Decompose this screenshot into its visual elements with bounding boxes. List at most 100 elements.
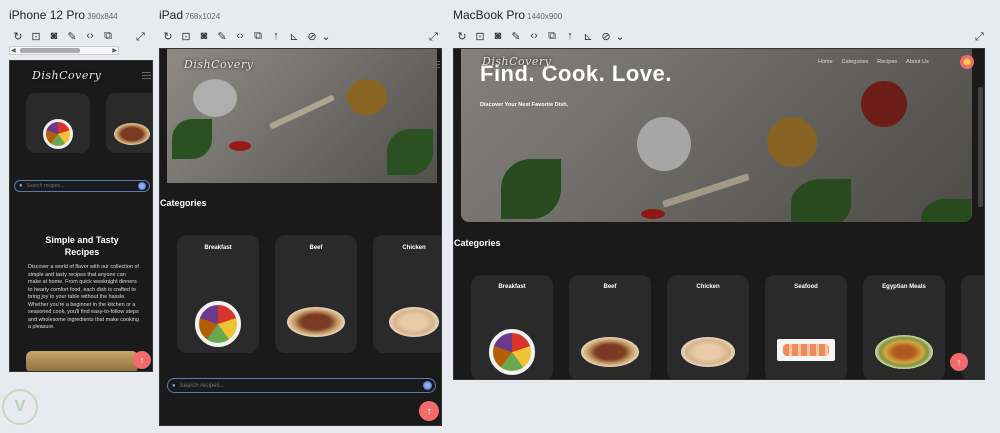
pen-icon[interactable]: ✎ (63, 29, 81, 43)
category-card-beef[interactable]: Beef (569, 275, 651, 379)
device-dims: 1440x900 (527, 12, 563, 21)
camera-icon[interactable]: ◙ (45, 29, 63, 43)
category-card-breakfast[interactable]: Breakfast (471, 275, 553, 379)
breakfast-plate-image (195, 301, 241, 347)
eye-off-icon[interactable]: ⊘ (597, 29, 615, 43)
code-icon[interactable]: ‹› (231, 29, 249, 43)
device-label-ipad: iPad 768x1024 (159, 8, 220, 22)
top-nav: Home Categories Recipes About Us (818, 59, 929, 65)
horizontal-scrollbar[interactable]: ◀ ▶ (9, 46, 119, 55)
site-logo[interactable]: DishCovery (482, 55, 551, 68)
copy-icon[interactable]: ⧉ (543, 29, 561, 43)
copy-icon[interactable]: ⧉ (99, 29, 117, 43)
device-name: MacBook Pro (453, 8, 526, 22)
search-submit-icon[interactable] (423, 381, 432, 390)
about-text: Discover a world of flavor with our coll… (28, 264, 139, 330)
category-card-chicken[interactable]: Chicken (373, 235, 441, 353)
device-dims: 390x844 (87, 12, 118, 21)
iphone-viewport: DishCovery ● Simple and Tasty Recipes Di… (9, 60, 153, 372)
chevron-down-icon[interactable]: ⌄ (615, 29, 625, 43)
hero-subtitle: Discover Your Next Favorite Dish. (480, 102, 569, 108)
chevron-down-icon[interactable]: ⌄ (321, 29, 331, 43)
search-bar[interactable]: ● (167, 378, 436, 393)
theme-toggle-icon[interactable] (960, 55, 974, 69)
category-title: Breakfast (498, 284, 526, 290)
nav-home[interactable]: Home (818, 59, 833, 65)
search-input[interactable] (26, 183, 149, 189)
screenshot-icon[interactable]: ⊡ (27, 29, 45, 43)
seafood-plate-image (777, 339, 835, 361)
scrollbar-thumb[interactable] (20, 48, 80, 53)
vertical-scrollbar[interactable] (978, 87, 983, 207)
category-card-seafood[interactable]: Seafood (765, 275, 847, 379)
category-card-chicken[interactable]: Chicken (667, 275, 749, 379)
shrimp (783, 344, 829, 356)
code-icon[interactable]: ‹› (81, 29, 99, 43)
refresh-icon[interactable]: ↻ (159, 29, 177, 43)
breakfast-plate-image (43, 119, 73, 149)
search-bar[interactable]: ● (14, 180, 150, 192)
toolbar-ipad: ↻ ⊡ ◙ ✎ ‹› ⧉ ↑ ⊾ ⊘ ⌄ (159, 29, 331, 43)
camera-icon[interactable]: ◙ (195, 29, 213, 43)
copy-icon[interactable]: ⧉ (249, 29, 267, 43)
search-input[interactable] (179, 382, 435, 389)
device-label-iphone: iPhone 12 Pro 390x844 (9, 8, 118, 22)
category-card-egyptian-meals[interactable]: Egyptian Meals (863, 275, 945, 379)
category-card[interactable] (106, 93, 152, 153)
refresh-icon[interactable]: ↻ (9, 29, 27, 43)
ruler-icon[interactable]: ⊾ (579, 29, 597, 43)
category-card-beef[interactable]: Beef (275, 235, 357, 353)
device-dims: 768x1024 (185, 12, 221, 21)
macbook-viewport: Find. Cook. Love. Discover Your Next Fav… (453, 48, 985, 380)
site-logo[interactable]: DishCovery (32, 69, 101, 82)
nav-categories[interactable]: Categories (842, 59, 869, 65)
screenshot-icon[interactable]: ⊡ (177, 29, 195, 43)
scroll-left-icon[interactable]: ◀ (11, 47, 16, 54)
hamburger-menu-icon[interactable] (431, 61, 440, 68)
device-label-macbook: MacBook Pro 1440x900 (453, 8, 562, 22)
category-title: Egyptian Meals (882, 284, 926, 290)
logo-text: DishCovery (482, 55, 552, 68)
about-title: Simple and Tasty Recipes (45, 235, 119, 257)
category-card-breakfast[interactable]: Breakfast (177, 235, 259, 353)
scroll-to-top-button[interactable]: ↑ (950, 353, 968, 371)
rotate-icon[interactable]: ↑ (267, 29, 285, 43)
pen-icon[interactable]: ✎ (507, 29, 525, 43)
arrow-up-icon: ↑ (956, 357, 962, 367)
code-icon[interactable]: ‹› (525, 29, 543, 43)
device-name: iPad (159, 8, 184, 22)
scroll-to-top-button[interactable]: ↑ (133, 351, 151, 369)
egyptian-meals-plate-image (875, 335, 933, 369)
category-title: Beef (603, 284, 617, 290)
screenshot-icon[interactable]: ⊡ (471, 29, 489, 43)
expand-icon[interactable]: ⤢ (136, 31, 145, 44)
search-icon: ● (19, 183, 23, 189)
device-name: iPhone 12 Pro (9, 8, 86, 22)
scroll-right-icon[interactable]: ▶ (112, 47, 117, 54)
scroll-to-top-button[interactable]: ↑ (419, 401, 439, 421)
toolbar-macbook: ↻ ⊡ ◙ ✎ ‹› ⧉ ↑ ⊾ ⊘ ⌄ (453, 29, 625, 43)
search-submit-icon[interactable] (138, 182, 146, 190)
beef-plate-image (581, 337, 639, 367)
category-title: Beef (309, 245, 323, 251)
nav-recipes[interactable]: Recipes (877, 59, 897, 65)
site-logo[interactable]: DishCovery (184, 58, 253, 71)
category-title: Chicken (696, 284, 720, 290)
category-card[interactable] (26, 93, 90, 153)
arrow-up-icon: ↑ (139, 355, 145, 365)
arrow-up-icon: ↑ (426, 405, 432, 417)
ruler-icon[interactable]: ⊾ (285, 29, 303, 43)
hamburger-menu-icon[interactable] (142, 72, 151, 79)
pen-icon[interactable]: ✎ (213, 29, 231, 43)
categories-heading: Categories (454, 238, 501, 248)
recipe-preview-image (26, 351, 138, 371)
rotate-icon[interactable]: ↑ (561, 29, 579, 43)
beef-plate-image (287, 307, 345, 337)
eye-off-icon[interactable]: ⊘ (303, 29, 321, 43)
nav-about-us[interactable]: About Us (906, 59, 929, 65)
expand-icon[interactable]: ⤢ (975, 31, 984, 44)
camera-icon[interactable]: ◙ (489, 29, 507, 43)
expand-icon[interactable]: ⤢ (429, 31, 438, 44)
refresh-icon[interactable]: ↻ (453, 29, 471, 43)
ipad-viewport: DishCovery Categories Breakfast Beef Chi… (159, 48, 442, 426)
